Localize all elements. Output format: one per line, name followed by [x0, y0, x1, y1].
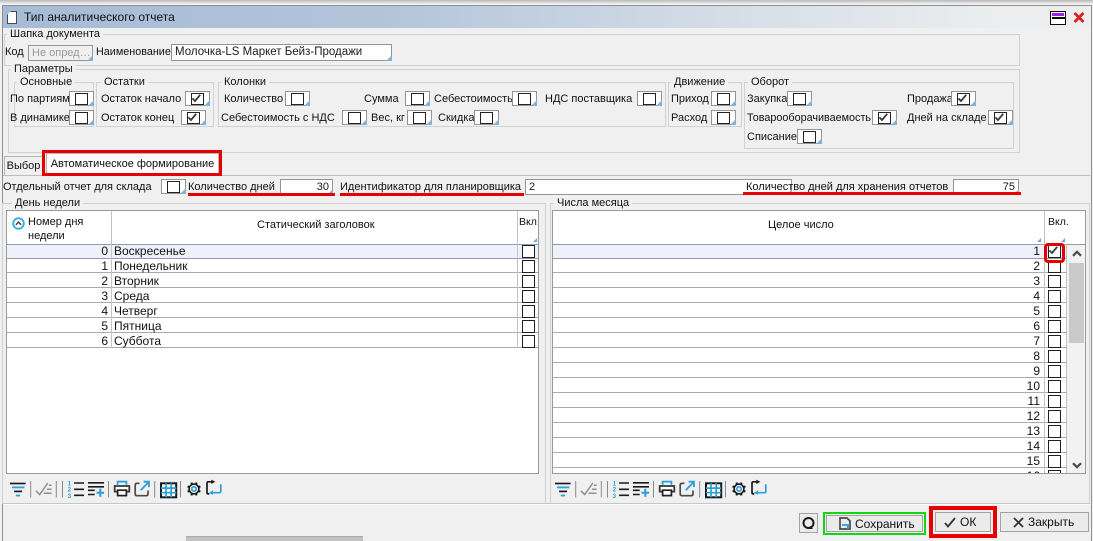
svg-text:3: 3 [68, 493, 72, 500]
svg-text:3: 3 [613, 493, 617, 500]
